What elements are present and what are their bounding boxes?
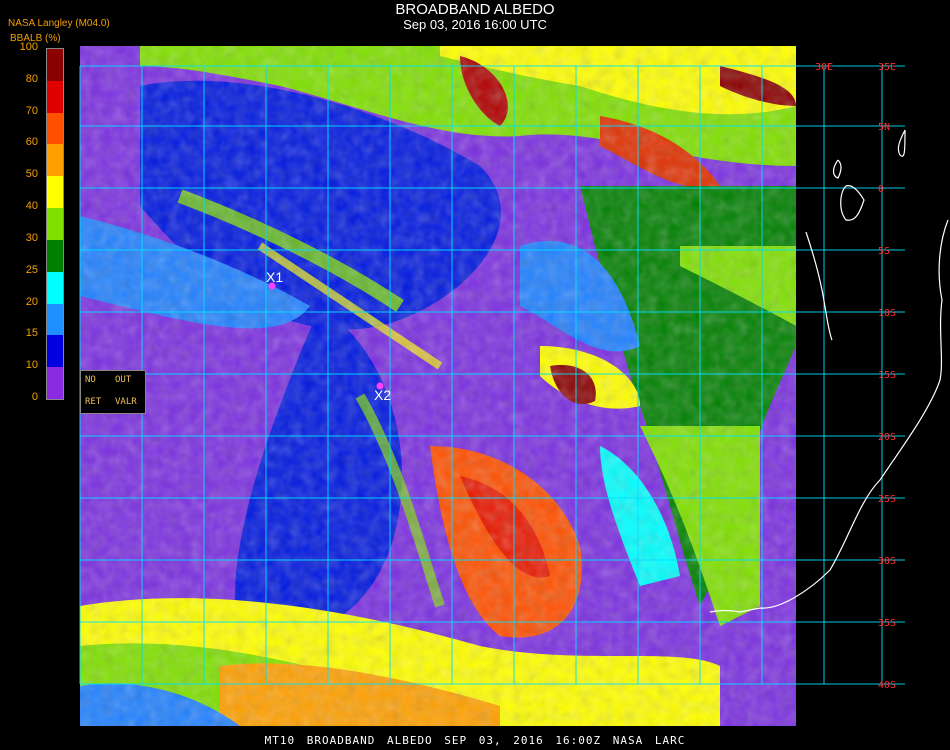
latitude-label: 20S — [878, 432, 896, 443]
footer-caption: MT10 BROADBAND ALBEDO SEP 03, 2016 16:00… — [264, 734, 686, 747]
latitude-label: 35S — [878, 618, 896, 629]
latitude-label: 10S — [878, 308, 896, 319]
coastline — [709, 129, 949, 613]
station-markers: X1 X2 — [266, 269, 391, 403]
station-marker-label: X1 — [266, 269, 283, 285]
latitude-labels: 35E 5N 0 5S 10S 15S 20S 25S 30S 35S 40S — [878, 62, 896, 691]
latitude-label: 40S — [878, 680, 896, 691]
latitude-label: 0 — [878, 184, 884, 195]
legend-out: OUT — [115, 375, 132, 385]
legend-valr: VALR — [115, 397, 137, 407]
longitude-label: 30E — [815, 62, 833, 73]
latitude-label: 5N — [878, 122, 890, 133]
lat-lon-grid — [79, 65, 905, 685]
latitude-label: 30S — [878, 556, 896, 567]
latitude-label: 35E — [878, 62, 896, 73]
longitude-labels: 30E — [815, 62, 833, 73]
latitude-label: 25S — [878, 494, 896, 505]
legend-no: NO — [85, 375, 96, 385]
quality-legend: NO OUT RET VALR — [80, 370, 146, 414]
legend-ret: RET — [85, 397, 102, 407]
latitude-label: 5S — [878, 246, 890, 257]
station-marker-label: X2 — [374, 387, 391, 403]
latitude-label: 15S — [878, 370, 896, 381]
